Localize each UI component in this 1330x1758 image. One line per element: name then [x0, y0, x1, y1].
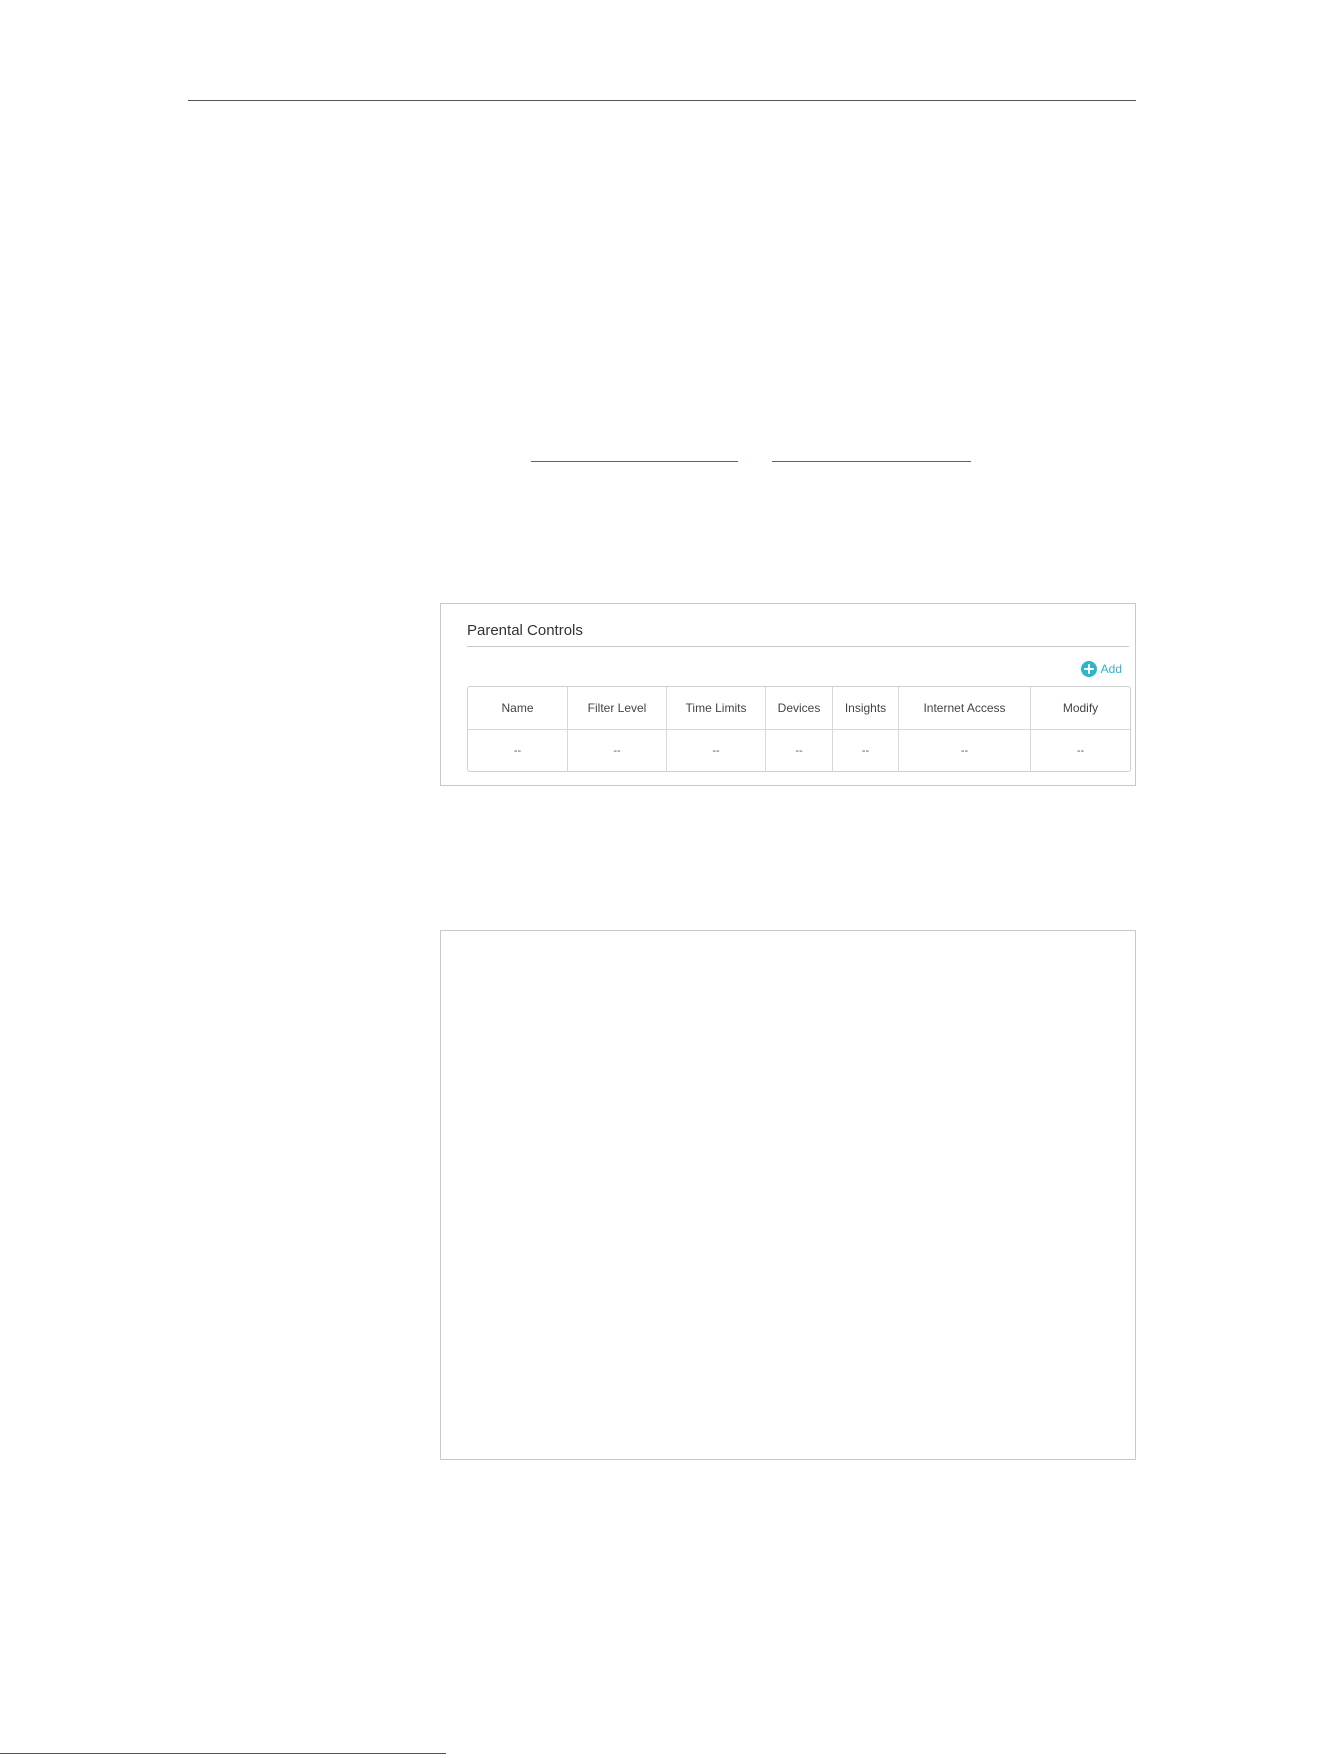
column-header-insights: Insights [833, 687, 899, 730]
column-header-internet-access: Internet Access [899, 687, 1031, 730]
parental-controls-table: Name Filter Level Time Limits Devices In… [467, 686, 1131, 772]
table-cell: -- [833, 730, 899, 771]
panel-title: Parental Controls [467, 622, 583, 639]
plus-circle-icon [1080, 661, 1097, 677]
panel-divider [467, 646, 1129, 647]
screenshot-frame [440, 930, 1136, 1460]
column-header-filter-level: Filter Level [568, 687, 667, 730]
table-cell: -- [468, 730, 568, 771]
table-cell: -- [899, 730, 1031, 771]
parental-controls-panel: Parental Controls Add Name Filter Level … [440, 603, 1136, 786]
column-header-time-limits: Time Limits [667, 687, 766, 730]
link-underline[interactable] [531, 461, 738, 462]
link-underline[interactable] [772, 461, 971, 462]
column-header-modify: Modify [1031, 687, 1130, 730]
table-cell: -- [568, 730, 667, 771]
table-cell: -- [667, 730, 766, 771]
header-rule [188, 100, 1136, 101]
add-button-label: Add [1100, 662, 1122, 676]
table-cell: -- [1076, 744, 1085, 757]
column-header-devices: Devices [766, 687, 833, 730]
table-cell: -- [766, 730, 833, 771]
add-button[interactable]: Add [1080, 661, 1122, 677]
column-header-name: Name [468, 687, 568, 730]
footer-rule [0, 1753, 446, 1754]
